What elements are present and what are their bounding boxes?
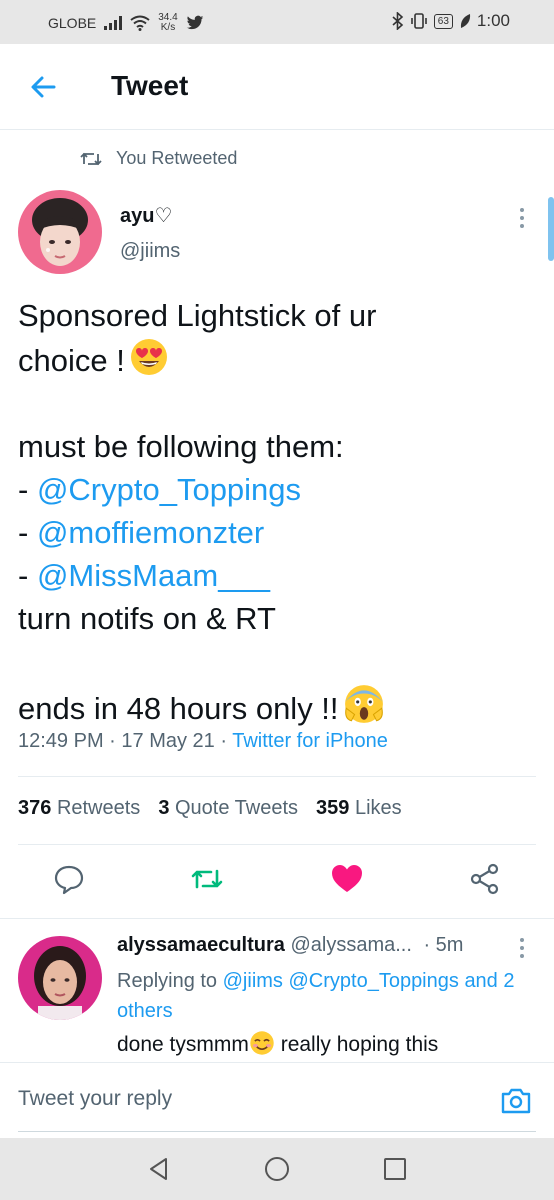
tweet-source[interactable]: Twitter for iPhone bbox=[232, 730, 388, 752]
share-icon[interactable] bbox=[468, 862, 502, 896]
more-vertical-icon[interactable] bbox=[514, 206, 530, 230]
reply-text: done tysmmm really hoping this bbox=[117, 1030, 438, 1057]
tweet-line: - @MissMaam___ bbox=[18, 554, 538, 597]
speed-unit: K/s bbox=[160, 22, 176, 33]
page-title: Tweet bbox=[111, 70, 189, 101]
mention-link[interactable]: @Crypto_Toppings bbox=[37, 472, 301, 507]
dash: - bbox=[18, 558, 37, 593]
dash: - bbox=[18, 515, 37, 550]
retweets-count: 376 bbox=[18, 797, 52, 819]
heart-eyes-emoji-icon bbox=[130, 339, 167, 375]
reply-author-handle[interactable]: @alyssama... bbox=[290, 934, 411, 956]
retweeted-indicator: You Retweeted bbox=[80, 148, 237, 169]
tweet-time: 12:49 PM bbox=[18, 730, 104, 752]
divider bbox=[18, 844, 536, 845]
network-speed: 34.4 K/s bbox=[158, 13, 177, 33]
tweet-line-text: choice ! bbox=[18, 343, 125, 378]
vibrate-icon bbox=[410, 13, 427, 29]
dash: - bbox=[18, 472, 37, 507]
tweet-line: turn notifs on & RT bbox=[18, 601, 276, 636]
mention-link[interactable]: @moffiemonzter bbox=[37, 515, 264, 550]
nav-recents-icon[interactable] bbox=[382, 1156, 408, 1182]
wifi-icon bbox=[130, 15, 150, 31]
nav-home-icon[interactable] bbox=[264, 1156, 290, 1182]
battery-level: 63 bbox=[437, 15, 449, 27]
reply-header: alyssamaecultura @alyssama... · 5m bbox=[117, 934, 463, 957]
tweet-line: - @moffiemonzter bbox=[18, 511, 538, 554]
scrollbar-thumb[interactable] bbox=[548, 197, 554, 261]
reply-input[interactable] bbox=[18, 1087, 478, 1111]
signal-icon bbox=[104, 16, 123, 30]
smiling-emoji-icon bbox=[250, 1031, 274, 1055]
status-right: 63 1:00 bbox=[392, 11, 510, 31]
retweeted-label: You Retweeted bbox=[116, 148, 238, 168]
tweet-text: Sponsored Lightstick of ur choice ! must… bbox=[18, 294, 538, 730]
nav-back-icon[interactable] bbox=[146, 1156, 172, 1182]
tweet-actions bbox=[0, 862, 554, 902]
replying-to-prefix: Replying to bbox=[117, 970, 218, 992]
tweet-stats: 376 Retweets 3 Quote Tweets 359 Likes bbox=[18, 797, 402, 820]
reply-author-name[interactable]: alyssamaecultura bbox=[117, 934, 285, 956]
retweet-icon bbox=[80, 152, 102, 165]
reply-input-underline bbox=[18, 1131, 536, 1132]
mention-link[interactable]: @jiims bbox=[223, 970, 283, 992]
mention-link[interactable]: @Crypto_Toppings bbox=[288, 970, 458, 992]
retweet-icon[interactable] bbox=[190, 862, 224, 896]
likes-label: Likes bbox=[354, 797, 402, 819]
likes-count: 359 bbox=[316, 797, 350, 819]
tweet-meta: 12:49 PM · 17 May 21 · Twitter for iPhon… bbox=[18, 730, 388, 752]
author-avatar[interactable] bbox=[18, 190, 102, 274]
likes-stat[interactable]: 359 Likes bbox=[316, 797, 402, 820]
retweets-stat[interactable]: 376 Retweets bbox=[18, 797, 140, 820]
author-handle[interactable]: @jiims bbox=[120, 240, 180, 263]
tweet-line: - @Crypto_Toppings bbox=[18, 468, 538, 511]
camera-icon[interactable] bbox=[500, 1085, 532, 1117]
divider bbox=[0, 918, 554, 919]
carrier-label: GLOBE bbox=[48, 15, 97, 31]
author-avatar-image bbox=[18, 190, 102, 274]
reply-age: · 5m bbox=[423, 934, 464, 956]
tweet-line: choice ! bbox=[18, 337, 538, 382]
reply-avatar-image bbox=[18, 936, 102, 1020]
retweets-label: Retweets bbox=[56, 797, 141, 819]
more-vertical-icon[interactable] bbox=[514, 936, 530, 960]
quotes-count: 3 bbox=[158, 797, 170, 819]
quote-tweets-stat[interactable]: 3 Quote Tweets bbox=[158, 797, 298, 820]
screaming-emoji-icon bbox=[344, 685, 383, 723]
reply-text-end: really hoping this bbox=[274, 1033, 439, 1056]
quotes-label: Quote Tweets bbox=[175, 797, 299, 819]
tweet-date: 17 May 21 bbox=[121, 730, 215, 752]
replying-to: Replying to @jiims @Crypto_Toppings and … bbox=[117, 966, 517, 1026]
reply-composer bbox=[0, 1062, 554, 1138]
reply-text-start: done tysmmm bbox=[117, 1033, 249, 1056]
battery-icon: 63 bbox=[433, 13, 453, 29]
system-nav-bar bbox=[0, 1138, 554, 1200]
clock: 1:00 bbox=[476, 11, 510, 30]
tweet-line: Sponsored Lightstick of ur bbox=[18, 298, 377, 333]
tweet-line: must be following them: bbox=[18, 429, 344, 464]
leaf-icon bbox=[460, 14, 470, 28]
top-app-bar: Tweet bbox=[0, 44, 554, 130]
status-left: GLOBE 34.4 K/s bbox=[48, 13, 204, 33]
divider bbox=[18, 776, 536, 777]
mention-link[interactable]: @MissMaam___ bbox=[37, 558, 270, 593]
heart-icon[interactable] bbox=[330, 862, 364, 896]
bluetooth-icon bbox=[392, 12, 403, 30]
tweet-line-text: ends in 48 hours only !! bbox=[18, 691, 339, 726]
author-name[interactable]: ayu♡ bbox=[120, 203, 172, 228]
tweet-line: ends in 48 hours only !! bbox=[18, 683, 538, 730]
reply-avatar[interactable] bbox=[18, 936, 102, 1020]
twitter-bird-icon bbox=[186, 15, 203, 30]
reply-icon[interactable] bbox=[52, 862, 86, 896]
back-arrow-icon[interactable] bbox=[28, 72, 58, 102]
status-bar: GLOBE 34.4 K/s 63 1:00 bbox=[0, 0, 554, 44]
